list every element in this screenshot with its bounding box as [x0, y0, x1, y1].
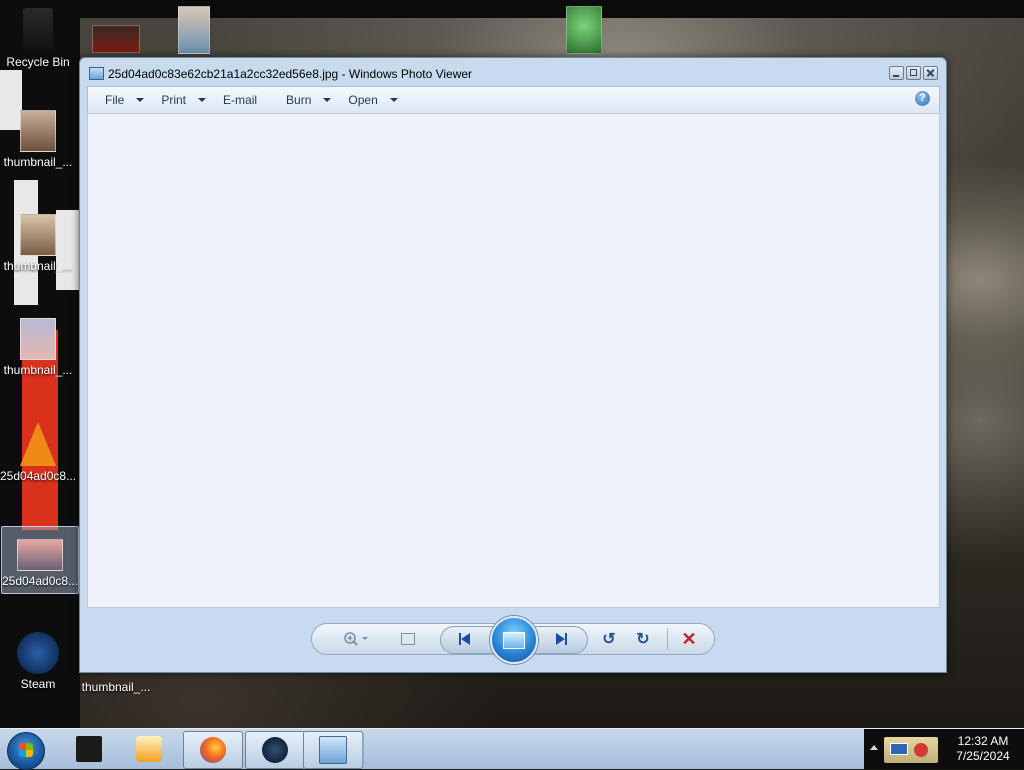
desktop-icon-recycle-bin[interactable]: Recycle Bin: [0, 8, 76, 69]
desktop-icon-thumbnail[interactable]: thumbnail_...: [0, 318, 76, 377]
taskbar-photo-viewer[interactable]: [303, 731, 363, 769]
menu-bar: File Print E-mail Burn Open ?: [87, 86, 940, 114]
image-display-area: [87, 113, 940, 608]
control-bar: ↺ ↻ ✕: [80, 608, 946, 672]
media-player-icon: [136, 736, 162, 762]
desktop-thumbnail[interactable]: [566, 6, 602, 54]
image-thumbnail-icon: [20, 318, 56, 360]
network-icon[interactable]: [890, 743, 908, 755]
menu-email[interactable]: E-mail: [206, 93, 269, 107]
desktop-icon-label: thumbnail_...: [3, 259, 73, 273]
system-tray: 12:32 AM 7/25/2024: [864, 729, 1024, 769]
taskbar-explorer[interactable]: [60, 731, 118, 767]
actual-size-icon: [401, 633, 415, 645]
steam-icon: [17, 632, 59, 674]
next-icon: [564, 633, 567, 645]
recycle-bin-icon: [23, 8, 53, 52]
clock-time: 12:32 AM: [957, 734, 1009, 748]
desktop-icon-vlc-file[interactable]: 25d04ad0c8...: [0, 422, 76, 483]
menu-burn[interactable]: Burn: [269, 93, 332, 107]
rotate-counterclockwise-button[interactable]: ↺: [598, 629, 620, 649]
control-separator: [667, 628, 668, 650]
photo-viewer-icon: [89, 67, 104, 80]
window-title: 25d04ad0c83e62cb21a1a2cc32ed56e8.jpg - W…: [108, 67, 473, 81]
desktop-icon-label: Recycle Bin: [6, 55, 70, 69]
zoom-button[interactable]: [341, 629, 371, 649]
menu-file[interactable]: File: [88, 93, 145, 107]
window-titlebar[interactable]: 25d04ad0c83e62cb21a1a2cc32ed56e8.jpg - W…: [80, 58, 946, 86]
chevron-down-icon: [323, 98, 332, 102]
maximize-button[interactable]: [906, 66, 921, 80]
start-button[interactable]: [7, 732, 45, 770]
desktop-icon-label: thumbnail_...: [3, 155, 73, 169]
help-icon[interactable]: ?: [915, 91, 930, 106]
desktop-thumbnail[interactable]: [92, 25, 140, 53]
slideshow-icon: [503, 631, 525, 649]
image-thumbnail-icon: [20, 110, 56, 152]
image-thumbnail-icon: [17, 539, 63, 571]
taskbar-media-player[interactable]: [120, 731, 178, 767]
desktop-icon-steam[interactable]: Steam: [0, 632, 76, 691]
clock[interactable]: 12:32 AM 7/25/2024: [942, 734, 1024, 764]
menu-label: File: [105, 93, 125, 107]
actual-size-button[interactable]: [398, 629, 418, 649]
menu-print[interactable]: Print: [144, 93, 207, 107]
taskbar-firefox[interactable]: [183, 731, 243, 769]
rotate-clockwise-button[interactable]: ↻: [632, 629, 654, 649]
previous-button[interactable]: [452, 629, 476, 649]
photo-viewer-window: 25d04ad0c83e62cb21a1a2cc32ed56e8.jpg - W…: [79, 57, 947, 673]
chevron-down-icon: [198, 98, 207, 102]
previous-icon: [460, 633, 470, 645]
wallpaper-top-band: [0, 0, 1024, 18]
desktop-icon-label: 25d04ad0c8...: [0, 469, 76, 483]
close-button[interactable]: [923, 66, 938, 80]
image-thumbnail-icon: [20, 214, 56, 256]
menu-label: Open: [348, 93, 378, 107]
magnifier-plus-icon: [344, 632, 368, 646]
show-hidden-icons-icon[interactable]: [870, 745, 878, 750]
steam-icon: [262, 737, 288, 763]
desktop-icon-selected-file[interactable]: 25d04ad0c8...: [1, 526, 79, 594]
menu-label: E-mail: [223, 93, 258, 107]
vlc-cone-icon: [20, 422, 56, 466]
menu-label: Print: [161, 93, 187, 107]
chevron-down-icon: [389, 98, 398, 102]
taskbar-steam[interactable]: [245, 731, 305, 769]
desktop-icon-thumbnail[interactable]: thumbnail_...: [0, 110, 76, 169]
photo-viewer-icon: [319, 736, 347, 764]
desktop-thumbnail[interactable]: [178, 6, 210, 54]
desktop-icon-label: 25d04ad0c8...: [2, 574, 78, 588]
chevron-down-icon: [136, 98, 145, 102]
delete-button[interactable]: ✕: [678, 629, 700, 649]
menu-label: Burn: [286, 93, 312, 107]
minimize-button[interactable]: [889, 66, 904, 80]
clock-date: 7/25/2024: [956, 749, 1010, 763]
tray-icons: [884, 737, 938, 763]
firefox-icon: [200, 737, 226, 763]
desktop-icon-thumbnail[interactable]: thumbnail_...: [0, 214, 76, 273]
next-button[interactable]: [549, 629, 573, 649]
window-controls: [889, 66, 938, 80]
desktop-icon-label: Steam: [20, 677, 56, 691]
menu-open[interactable]: Open: [331, 93, 398, 107]
desktop-icon-label: thumbnail_...: [81, 680, 151, 694]
explorer-icon: [76, 736, 102, 762]
slideshow-button[interactable]: [490, 616, 538, 664]
taskbar-divider: [362, 733, 364, 765]
next-icon: [555, 633, 565, 645]
desktop-icon-label: thumbnail_...: [3, 363, 73, 377]
volume-icon[interactable]: [914, 743, 928, 757]
taskbar: 12:32 AM 7/25/2024: [0, 728, 1024, 770]
